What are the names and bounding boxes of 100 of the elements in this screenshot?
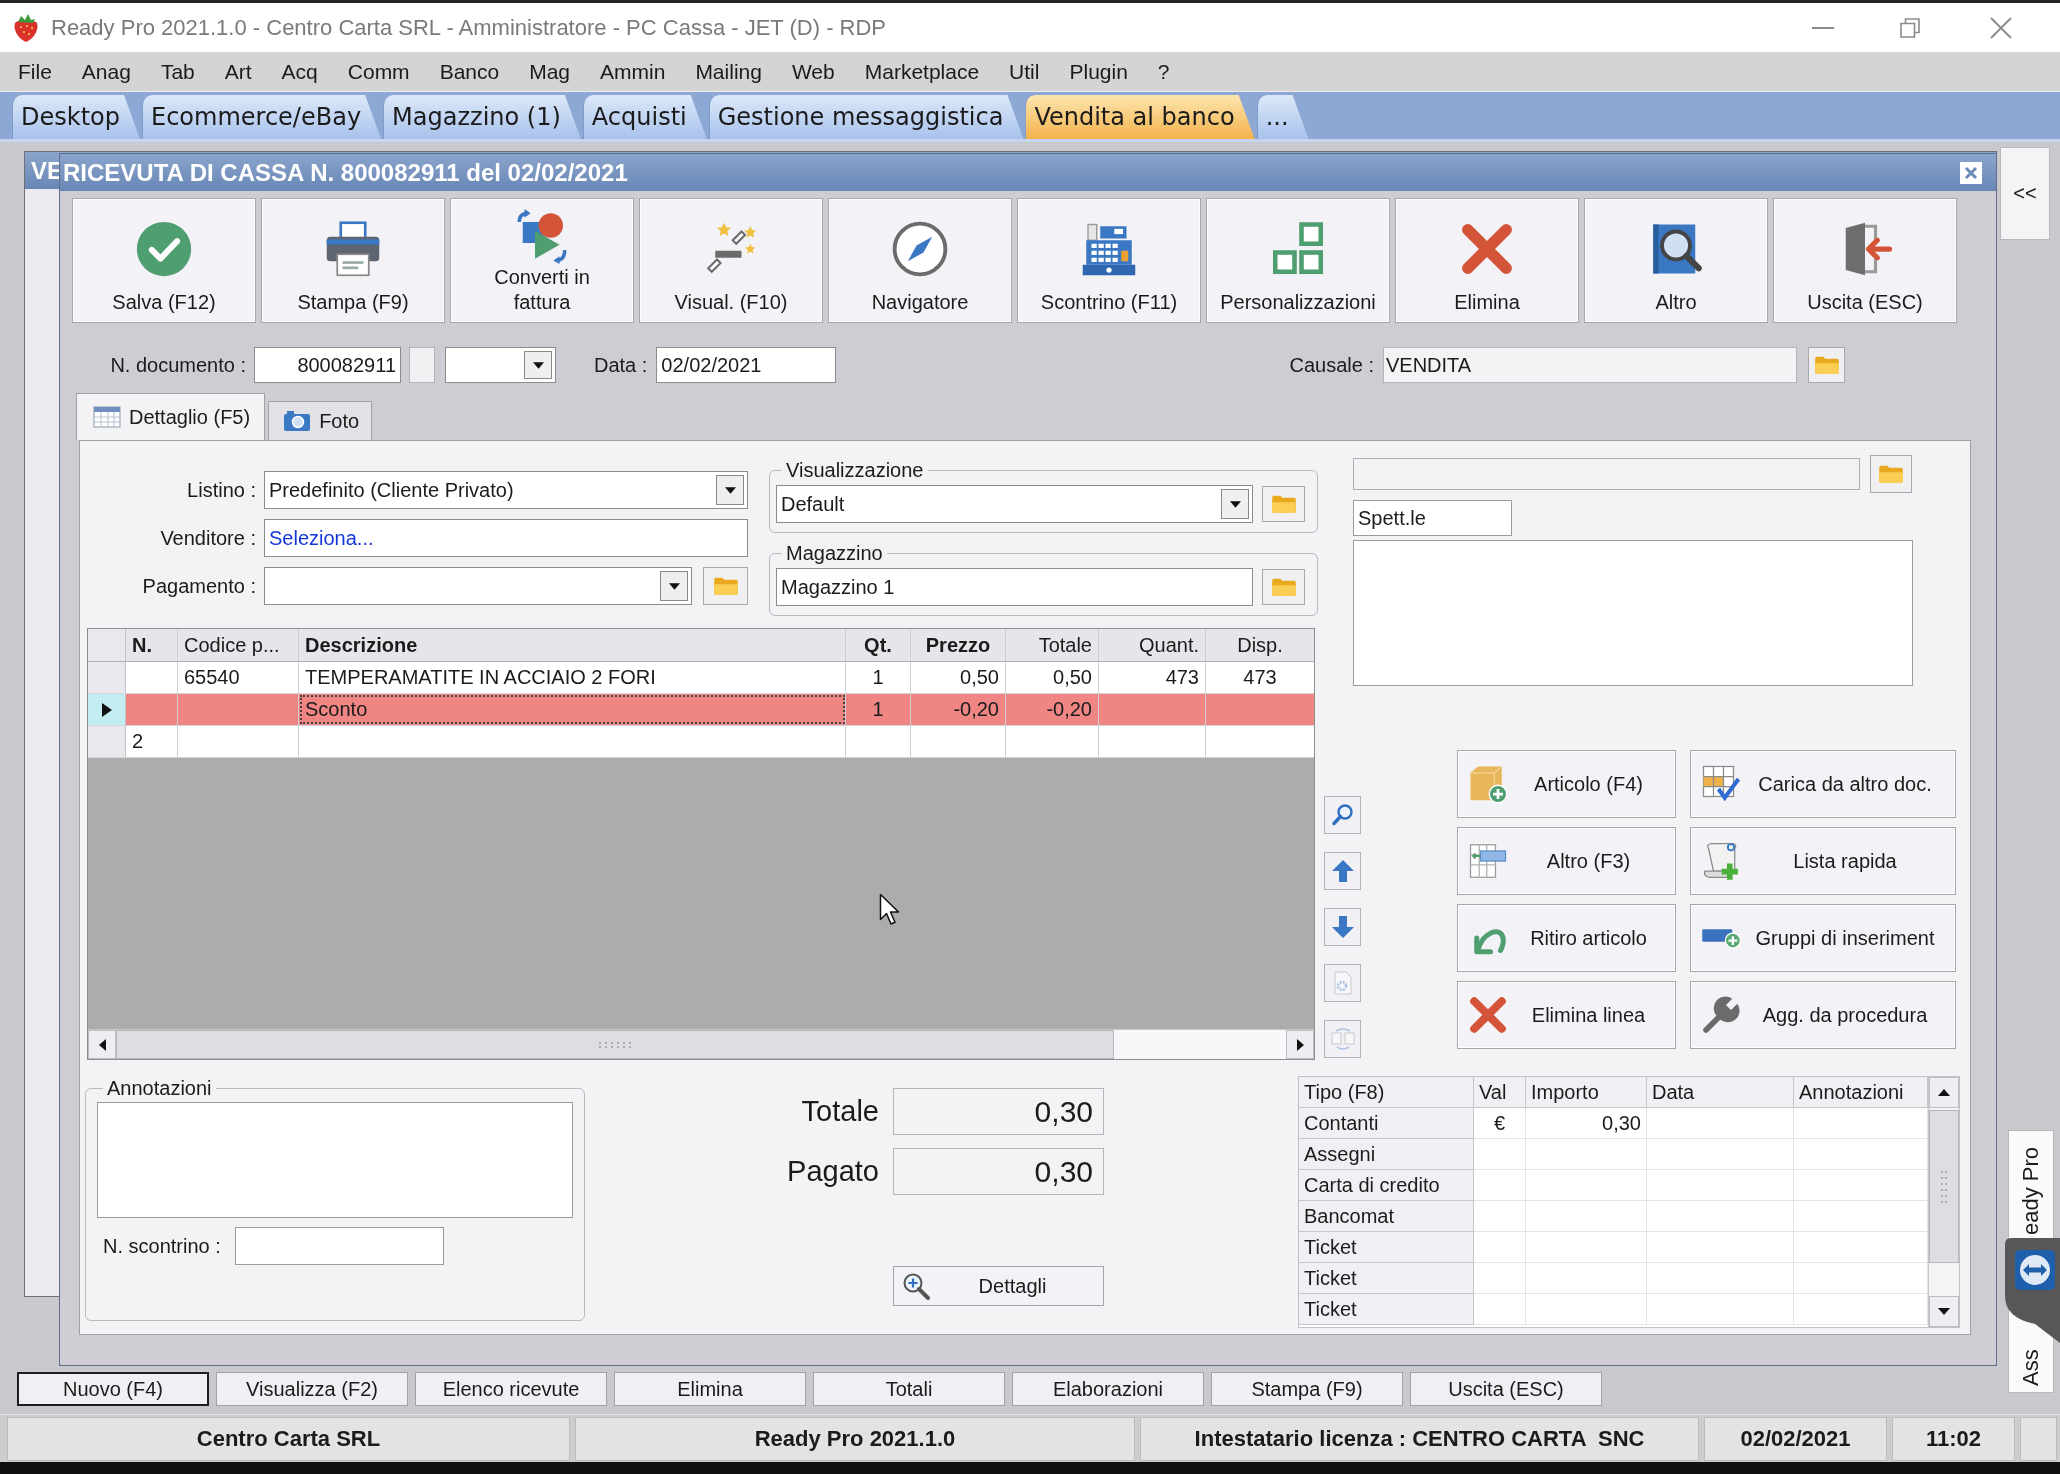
column-header[interactable]: Quant. bbox=[1099, 629, 1206, 661]
menu-item[interactable]: Mag bbox=[514, 55, 586, 88]
form-button[interactable]: Nuovo (F4) bbox=[17, 1372, 209, 1406]
menu-item[interactable]: Mailing bbox=[680, 55, 777, 88]
tool-button[interactable] bbox=[1324, 852, 1361, 890]
column-header[interactable]: Disp. bbox=[1206, 629, 1314, 661]
toolbar-button[interactable]: Personalizzazioni bbox=[1206, 198, 1390, 323]
column-header[interactable]: Qt. bbox=[846, 629, 911, 661]
dropdown-button[interactable] bbox=[660, 571, 688, 601]
horizontal-scrollbar[interactable] bbox=[88, 1029, 1314, 1059]
scroll-right-button[interactable] bbox=[1286, 1030, 1314, 1059]
salutation-field[interactable]: Spett.le bbox=[1353, 500, 1512, 536]
menu-item[interactable]: ? bbox=[1142, 55, 1185, 88]
column-header[interactable]: Val bbox=[1474, 1077, 1526, 1108]
toolbar-button[interactable]: Uscita (ESC) bbox=[1773, 198, 1957, 323]
form-button[interactable]: Uscita (ESC) bbox=[1410, 1372, 1602, 1406]
folder-button[interactable] bbox=[1262, 569, 1305, 605]
toolbar-button[interactable]: Scontrino (F11) bbox=[1017, 198, 1201, 323]
dropdown-button[interactable] bbox=[524, 351, 552, 379]
toolbar-button[interactable]: Stampa (F9) bbox=[261, 198, 445, 323]
scroll-down-button[interactable] bbox=[1929, 1296, 1959, 1327]
selector-field[interactable]: Seleziona... bbox=[264, 519, 748, 557]
column-header[interactable]: Tipo (F8) bbox=[1299, 1077, 1474, 1108]
tab[interactable]: Gestione messaggistica bbox=[708, 95, 1024, 139]
scrollbar-thumb[interactable] bbox=[116, 1030, 1114, 1059]
reason-field[interactable]: VENDITA bbox=[1383, 347, 1797, 383]
tab[interactable]: Foto bbox=[268, 401, 373, 440]
dropdown-field[interactable]: Predefinito (Cliente Privato) bbox=[264, 471, 748, 509]
notes-box[interactable] bbox=[97, 1102, 573, 1218]
tab[interactable]: Ecommerce/eBay bbox=[142, 95, 382, 139]
receipt-number-field[interactable] bbox=[234, 1227, 444, 1265]
tool-button[interactable] bbox=[1324, 908, 1361, 946]
scrollbar-thumb[interactable] bbox=[1929, 1110, 1959, 1263]
collapse-button[interactable]: << bbox=[2000, 147, 2050, 240]
form-button[interactable]: Elaborazioni bbox=[1012, 1372, 1204, 1406]
column-header[interactable]: Data bbox=[1647, 1077, 1794, 1108]
customer-field[interactable] bbox=[1353, 458, 1860, 490]
menu-item[interactable]: Web bbox=[776, 55, 850, 88]
column-header[interactable]: Annotazioni bbox=[1794, 1077, 1928, 1108]
folder-button[interactable] bbox=[1808, 347, 1845, 383]
text-field[interactable]: Magazzino 1 bbox=[776, 568, 1253, 606]
menu-item[interactable]: Tab bbox=[145, 55, 210, 88]
form-button[interactable]: Visualizza (F2) bbox=[216, 1372, 408, 1406]
tab[interactable]: ... bbox=[1256, 95, 1309, 139]
menu-item[interactable]: Ammin bbox=[585, 55, 681, 88]
action-button[interactable]: Gruppi di inseriment bbox=[1690, 904, 1956, 972]
column-header[interactable]: Prezzo bbox=[911, 629, 1006, 661]
scroll-up-button[interactable] bbox=[1929, 1077, 1959, 1108]
column-header[interactable]: Descrizione bbox=[299, 629, 846, 661]
menu-item[interactable]: Anag bbox=[66, 55, 146, 88]
column-header[interactable]: Codice p... bbox=[178, 629, 299, 661]
details-button[interactable]: Dettagli bbox=[893, 1266, 1104, 1306]
close-icon[interactable] bbox=[1960, 161, 1982, 184]
toolbar-button[interactable]: Salva (F12) bbox=[72, 198, 256, 323]
tab[interactable]: Dettaglio (F5) bbox=[76, 393, 266, 440]
toolbar-button[interactable]: Visual. (F10) bbox=[639, 198, 823, 323]
date-field[interactable]: 02/02/2021 bbox=[656, 347, 837, 383]
form-button[interactable]: Elimina bbox=[614, 1372, 806, 1406]
minimize-icon[interactable] bbox=[1812, 26, 1834, 29]
tab[interactable]: Desktop bbox=[12, 95, 140, 139]
folder-button[interactable] bbox=[1262, 486, 1305, 522]
tab[interactable]: Vendita al banco bbox=[1025, 95, 1255, 139]
form-button[interactable]: Totali bbox=[813, 1372, 1005, 1406]
dropdown-button[interactable] bbox=[1221, 489, 1249, 519]
toolbar-button[interactable]: Elimina bbox=[1395, 198, 1579, 323]
form-button[interactable]: Stampa (F9) bbox=[1211, 1372, 1403, 1406]
menu-item[interactable]: Acq bbox=[266, 55, 333, 88]
scroll-left-button[interactable] bbox=[88, 1030, 116, 1059]
action-button[interactable]: Carica da altro doc. bbox=[1690, 750, 1956, 818]
folder-button[interactable] bbox=[1870, 455, 1912, 493]
dropdown-field[interactable]: Default bbox=[776, 485, 1253, 523]
toolbar-button[interactable]: Converti in fattura bbox=[450, 198, 634, 323]
menu-item[interactable]: Marketplace bbox=[849, 55, 995, 88]
menu-item[interactable]: Banco bbox=[424, 55, 515, 88]
toolbar-button[interactable]: Altro bbox=[1584, 198, 1768, 323]
column-header[interactable]: Totale bbox=[1006, 629, 1099, 661]
folder-button[interactable] bbox=[703, 567, 748, 605]
input-field[interactable] bbox=[409, 347, 435, 383]
dropdown-button[interactable] bbox=[716, 475, 744, 505]
document-number-field[interactable]: 800082911 bbox=[254, 347, 401, 383]
action-button[interactable]: Agg. da procedura bbox=[1690, 981, 1956, 1049]
column-header[interactable]: Importo bbox=[1526, 1077, 1647, 1108]
tool-button[interactable] bbox=[1324, 796, 1361, 834]
action-button[interactable]: Articolo (F4) bbox=[1457, 750, 1676, 818]
dropdown-field[interactable] bbox=[264, 567, 692, 605]
vertical-scrollbar[interactable] bbox=[1928, 1077, 1959, 1327]
action-button[interactable]: Lista rapida bbox=[1690, 827, 1956, 895]
action-button[interactable]: Altro (F3) bbox=[1457, 827, 1676, 895]
toolbar-button[interactable]: Navigatore bbox=[828, 198, 1012, 323]
action-button[interactable]: Elimina linea bbox=[1457, 981, 1676, 1049]
tab[interactable]: Magazzino (1) bbox=[383, 95, 581, 139]
menu-item[interactable]: File bbox=[3, 55, 67, 88]
column-header[interactable]: N. bbox=[126, 629, 178, 661]
menu-item[interactable]: Art bbox=[209, 55, 267, 88]
action-button[interactable]: Ritiro articolo bbox=[1457, 904, 1676, 972]
menu-item[interactable]: Util bbox=[994, 55, 1055, 88]
restore-icon[interactable] bbox=[1900, 17, 1920, 38]
form-button[interactable]: Elenco ricevute bbox=[415, 1372, 607, 1406]
menu-item[interactable]: Plugin bbox=[1054, 55, 1143, 88]
menu-item[interactable]: Comm bbox=[332, 55, 425, 88]
